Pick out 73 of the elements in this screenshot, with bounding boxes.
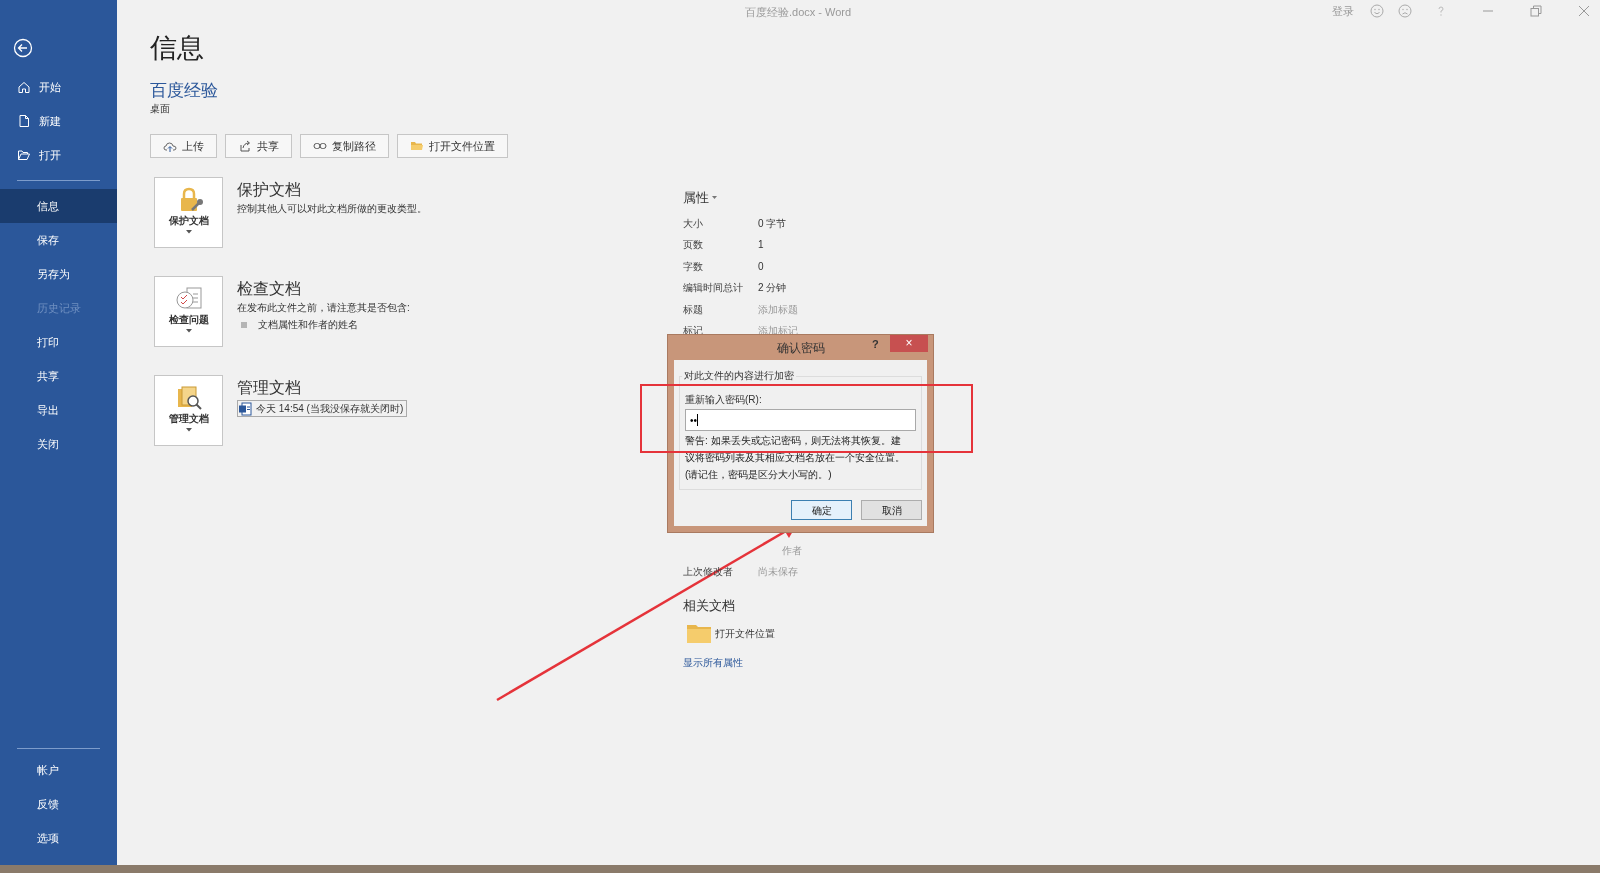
sidebar-item[interactable]: 帐户: [0, 753, 117, 787]
folder-icon: [410, 139, 424, 153]
close-icon: [1578, 5, 1590, 18]
sidebar-item[interactable]: 关闭: [0, 427, 117, 461]
property-label: 标题: [683, 303, 703, 315]
sidebar-item[interactable]: 共享: [0, 359, 117, 393]
open-location-link[interactable]: 打开文件位置: [683, 623, 775, 643]
frown-icon: [1398, 4, 1412, 19]
property-value: 0: [758, 259, 764, 274]
help-button[interactable]: ?: [872, 336, 879, 353]
restore-icon: [1530, 5, 1542, 18]
sidebar-item[interactable]: 打开: [0, 138, 117, 172]
sidebar-item[interactable]: 导出: [0, 393, 117, 427]
word-file-icon: [238, 401, 252, 416]
back-icon: [13, 38, 33, 58]
action-button[interactable]: 复制路径: [300, 134, 389, 158]
document-name: 百度经验: [150, 80, 218, 102]
sidebar-item[interactable]: 选项: [0, 821, 117, 855]
property-value: 0 字节: [758, 216, 787, 231]
property-value: 2 分钟: [758, 281, 787, 296]
section-button[interactable]: 管理文档: [154, 375, 223, 446]
property-label: 大小: [683, 217, 703, 229]
section-heading: 相关文档: [683, 596, 735, 615]
sidebar-item[interactable]: 开始: [0, 70, 117, 104]
bullet-icon: [241, 321, 247, 328]
sidebar-item[interactable]: 反馈: [0, 787, 117, 821]
folder-icon: [687, 623, 711, 643]
dialog-button[interactable]: 确定: [791, 500, 852, 520]
bullet-text: 文档属性和作者的姓名: [258, 318, 358, 332]
property-label: 字数: [683, 260, 703, 272]
warning-text: 警告: 如果丢失或忘记密码，则无法将其恢复。建议将密码列表及其相应文档名放在一个安全位置。(请记住，密码是区分大小写的。): [685, 434, 906, 482]
sidebar-item[interactable]: 打印: [0, 325, 117, 359]
password-field[interactable]: ••: [685, 409, 916, 431]
dialog-title: 确认密码: [776, 339, 825, 357]
sidebar-item[interactable]: 信息: [0, 189, 117, 223]
section-description: 控制其他人可以对此文档所做的更改类型。: [237, 202, 427, 216]
close-button[interactable]: ×: [890, 335, 928, 352]
caret-icon: [185, 230, 192, 234]
document-location: 桌面: [150, 102, 170, 116]
home-icon: [17, 80, 31, 94]
section-title: 保护文档: [237, 180, 301, 200]
caret-icon: [185, 428, 192, 432]
property-value: 1: [758, 238, 764, 253]
section-button[interactable]: 检查问题: [154, 276, 223, 347]
section-button[interactable]: 保护文档: [154, 177, 223, 248]
section-description: 在发布此文件之前，请注意其是否包含:: [237, 301, 410, 315]
field-label: 重新输入密码(R):: [685, 393, 762, 406]
show-all-properties-link[interactable]: 显示所有属性: [683, 655, 743, 670]
smile-icon: [1370, 4, 1384, 19]
group-label: 对此文件的内容进行加密: [682, 369, 796, 383]
caret-icon: [712, 196, 717, 200]
sidebar-item[interactable]: 保存: [0, 223, 117, 257]
property-label: 编辑时间总计: [683, 282, 743, 294]
page-heading: 信息: [150, 32, 204, 65]
sidebar-item[interactable]: 新建: [0, 104, 117, 138]
dialog-button[interactable]: 取消: [861, 500, 922, 520]
sidebar-item: 历史记录: [36, 300, 82, 316]
window-title: 百度经验.docx - Word: [745, 5, 852, 20]
checklist-icon: [174, 285, 203, 312]
folder-icon: [17, 148, 31, 162]
caret-icon: [185, 329, 192, 333]
sidebar-item[interactable]: 另存为: [0, 257, 117, 291]
version-link[interactable]: 今天 14:54 (当我没保存就关闭时): [237, 400, 408, 417]
properties-dropdown[interactable]: 属性: [683, 188, 717, 208]
page-icon: [17, 114, 31, 128]
action-button[interactable]: 共享: [225, 134, 292, 158]
action-button[interactable]: 上传: [150, 134, 217, 158]
share-icon: [238, 139, 252, 153]
section-title: 管理文档: [237, 378, 301, 398]
property-label: 页数: [683, 239, 703, 251]
cloud-upload-icon: [163, 139, 177, 153]
section-title: 检查文档: [237, 279, 301, 299]
action-button[interactable]: 打开文件位置: [397, 134, 508, 158]
